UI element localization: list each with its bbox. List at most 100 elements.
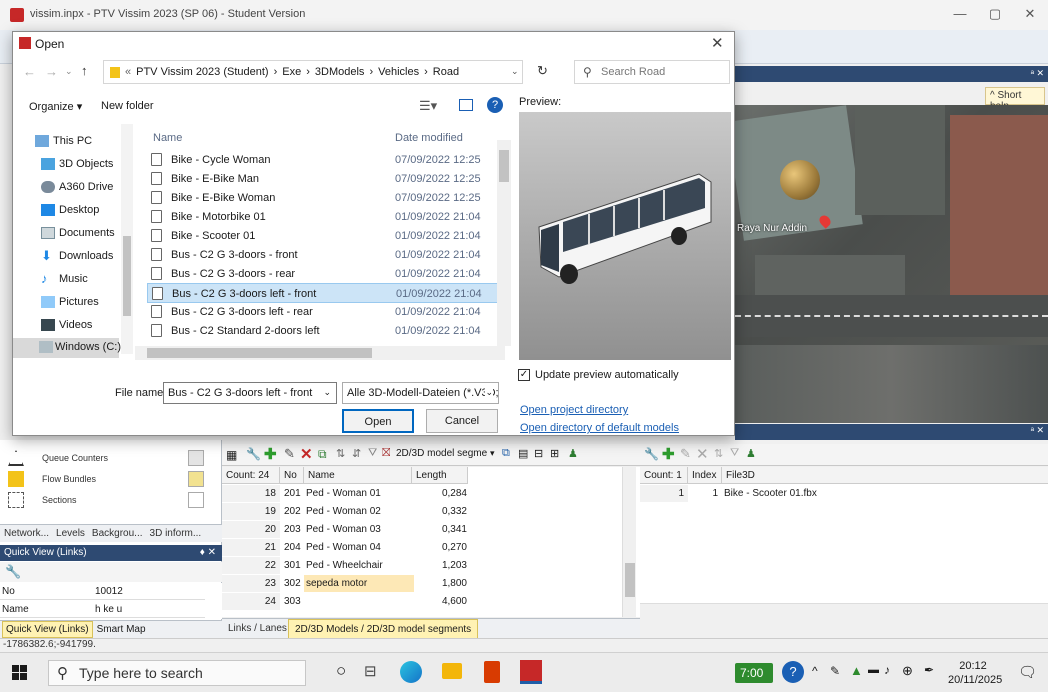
help-icon[interactable]: ? — [782, 661, 804, 683]
tray-app-icon[interactable]: ✎ — [830, 664, 840, 678]
table-row[interactable]: No 10012 — [0, 583, 205, 600]
volume-icon[interactable]: ♪ — [884, 663, 890, 677]
delete-icon[interactable]: ✕ — [696, 445, 709, 463]
color-swatch[interactable] — [188, 471, 204, 487]
battery-icon[interactable]: ▬ — [868, 664, 879, 676]
help-icon[interactable]: ? — [487, 97, 503, 113]
file-row[interactable]: Bus - C2 G 3-doors - front 01/09/2022 21:… — [147, 245, 499, 265]
list-selector-dropdown[interactable]: 2D/3D model segme — [396, 448, 487, 459]
column-header-count[interactable]: Count: 24 — [222, 467, 280, 484]
breadcrumb-item[interactable]: 3DModels — [315, 66, 365, 78]
network-object-sections[interactable]: Sections — [0, 490, 210, 510]
columns-icon[interactable]: ▤ — [518, 447, 528, 460]
sync-icon[interactable]: ⧉ — [502, 447, 510, 460]
column-header-file3d[interactable]: File3D — [722, 467, 1048, 484]
wrench-icon[interactable]: 🔧 — [644, 447, 659, 461]
file-row[interactable]: Bike - Motorbike 01 01/09/2022 21:04 — [147, 207, 499, 227]
tab-backgrounds[interactable]: Backgrou... — [92, 528, 143, 539]
wrench-icon[interactable]: 🔧 — [246, 447, 261, 461]
column-header-date-modified[interactable]: Date modified — [395, 132, 463, 144]
tab-smart-map[interactable]: Smart Map — [97, 624, 146, 635]
maximize-button[interactable]: ▢ — [985, 6, 1005, 24]
taskbar-search-box[interactable]: ⚲ Type here to search — [48, 660, 306, 686]
tab-links-lanes[interactable]: Links / Lanes — [228, 623, 287, 634]
users-icon[interactable]: ♟ — [568, 447, 578, 460]
open-button[interactable]: Open — [342, 409, 414, 433]
scrollbar-thumb[interactable] — [499, 150, 509, 182]
color-swatch[interactable] — [188, 450, 204, 466]
minimize-button[interactable]: — — [950, 6, 970, 24]
file-name-input[interactable]: Bus - C2 G 3-doors left - front ⌄ — [163, 382, 337, 404]
tab-quick-view-links[interactable]: Quick View (Links) — [2, 621, 93, 638]
chevron-down-icon[interactable]: ▾ — [490, 448, 495, 459]
tab-2d-3d-models[interactable]: 2D/3D Models / 2D/3D model segments — [288, 619, 479, 639]
column-header-count[interactable]: Count: 1 — [640, 467, 688, 484]
file-row-selected[interactable]: Bus - C2 G 3-doors left - front 01/09/202… — [147, 283, 499, 303]
back-arrow-icon[interactable]: ← — [23, 64, 36, 79]
nav-scrollbar[interactable] — [121, 124, 133, 354]
column-header-no[interactable]: No — [280, 467, 304, 484]
table-row[interactable]: 18 201 Ped - Woman 01 0,284 — [222, 485, 622, 502]
pin-icon[interactable]: ᵃ ✕ — [1031, 68, 1044, 79]
system-clock[interactable]: 20:12 20/11/2025 — [948, 659, 1002, 687]
scrollbar-thumb[interactable] — [123, 236, 131, 316]
filter-icon[interactable]: ⛛ — [368, 447, 377, 460]
wrench-icon[interactable]: 🔧 — [5, 564, 21, 580]
file-row[interactable]: Bike - Scooter 01 01/09/2022 21:04 — [147, 226, 499, 246]
open-project-directory-link[interactable]: Open project directory — [520, 404, 628, 416]
horizontal-scrollbar[interactable] — [135, 346, 505, 360]
table-row[interactable]: 23 302 sepeda motor 1,800 — [222, 575, 622, 592]
filter-icon[interactable]: ⛛ — [730, 447, 739, 460]
recent-dropdown-icon[interactable]: ⌄ — [65, 66, 73, 77]
tab-network[interactable]: Network... — [4, 528, 49, 539]
search-field[interactable]: ⚲ Search Road — [574, 60, 730, 84]
address-dropdown-icon[interactable]: ⌄ — [511, 66, 519, 77]
pin-close-icon[interactable]: ♦ ✕ — [200, 547, 216, 558]
sort-icon[interactable]: ⇅ — [714, 447, 723, 460]
column-header-name[interactable]: Name — [153, 132, 182, 144]
table-row[interactable]: 21 204 Ped - Woman 04 0,270 — [222, 539, 622, 556]
forward-arrow-icon[interactable]: → — [45, 64, 58, 79]
duplicate-icon[interactable]: ⧉ — [318, 447, 327, 462]
column-header-index[interactable]: Index — [688, 467, 722, 484]
office-icon[interactable] — [484, 661, 500, 683]
nav-item-windows-c[interactable]: Windows (C:) — [13, 338, 121, 358]
tray-warning-icon[interactable]: ▲ — [850, 663, 863, 678]
color-swatch[interactable] — [188, 492, 204, 508]
scrollbar-thumb[interactable] — [147, 348, 372, 358]
table-row[interactable]: 22 301 Ped - Wheelchair 1,203 — [222, 557, 622, 574]
delete-icon[interactable]: ✕ — [300, 445, 313, 463]
table-row[interactable]: 24 303 4,600 — [222, 593, 622, 610]
windows-start-icon[interactable] — [12, 665, 28, 681]
sort-ascending-icon[interactable]: ⇅ — [336, 447, 345, 460]
cancel-button[interactable]: Cancel — [426, 409, 498, 433]
table-row[interactable]: 1 1 Bike - Scooter 01.fbx — [640, 485, 1040, 502]
new-folder-button[interactable]: New folder — [101, 100, 154, 112]
view-options-icon[interactable]: ☰▾ — [419, 98, 437, 114]
table-icon[interactable]: ▦ — [226, 448, 237, 462]
open-default-models-link[interactable]: Open directory of default models — [520, 422, 679, 434]
chevron-up-icon[interactable]: ^ — [812, 664, 818, 678]
tab-3d-information[interactable]: 3D inform... — [150, 528, 202, 539]
clear-filter-icon[interactable]: ⛝ — [382, 447, 390, 460]
breadcrumb-separator[interactable]: › — [369, 66, 373, 78]
table-row[interactable]: 19 202 Ped - Woman 02 0,332 — [222, 503, 622, 520]
breadcrumb-item[interactable]: Road — [433, 66, 459, 78]
table-row[interactable]: Name h ke u — [0, 601, 205, 618]
file-row[interactable]: Bus - C2 G 3-doors left - rear 01/09/2022… — [147, 302, 499, 322]
add-icon[interactable]: ✚ — [662, 445, 675, 463]
breadcrumb-overflow[interactable]: « — [125, 66, 131, 78]
short-help-button[interactable]: ^ Short help — [985, 87, 1045, 112]
edit-icon[interactable]: ✎ — [680, 446, 691, 462]
dialog-close-button[interactable]: ✕ — [711, 34, 724, 52]
close-window-button[interactable]: ✕ — [1020, 6, 1040, 24]
sort-descending-icon[interactable]: ⇵ — [352, 447, 361, 460]
chevron-down-icon[interactable]: ⌄ — [485, 387, 493, 398]
refresh-icon[interactable]: ↻ — [537, 63, 548, 79]
update-preview-checkbox[interactable]: ✓ Update preview automatically — [517, 366, 733, 386]
breadcrumb-item[interactable]: Exe — [282, 66, 301, 78]
edge-browser-icon[interactable] — [400, 661, 422, 683]
layout-icon[interactable]: ⊟ — [534, 447, 543, 460]
table-row[interactable]: 20 203 Ped - Woman 03 0,341 — [222, 521, 622, 538]
pin-icon[interactable]: ᵃ ✕ — [1031, 425, 1044, 436]
